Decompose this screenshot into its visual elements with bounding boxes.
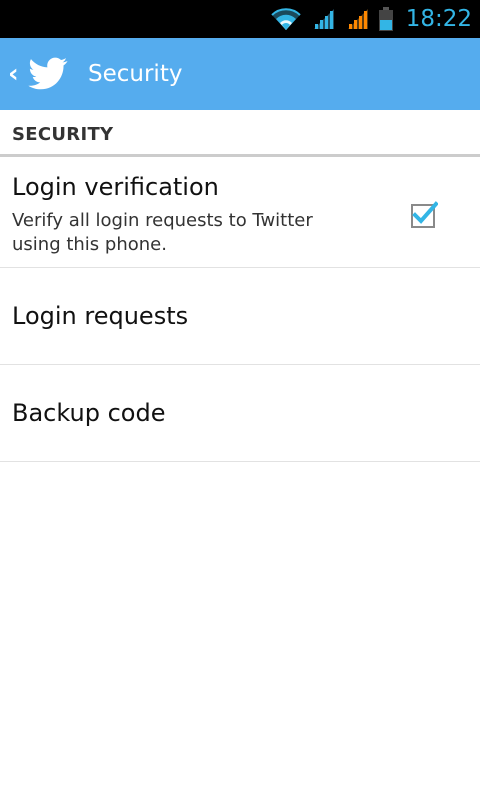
signal-roaming-icon: [347, 9, 368, 29]
clock: 18:22: [405, 6, 472, 32]
pref-backup-code[interactable]: Backup code: [0, 365, 480, 462]
pref-login-verification[interactable]: Login verification Verify all login requ…: [0, 157, 480, 268]
status-icons: 18:22: [270, 0, 472, 38]
twitter-bird-icon[interactable]: [28, 54, 70, 94]
pref-title: Backup code: [12, 399, 166, 427]
checkbox-checked-icon[interactable]: [410, 201, 438, 229]
chevron-left-icon[interactable]: ‹: [8, 38, 22, 110]
section-header-label: SECURITY: [12, 124, 114, 145]
pref-title: Login verification: [12, 173, 219, 201]
section-header: SECURITY: [0, 110, 480, 157]
battery-icon: [378, 7, 393, 31]
pref-title: Login requests: [12, 302, 189, 330]
action-bar: ‹ Security: [0, 38, 480, 110]
page-title: Security: [88, 61, 183, 87]
status-bar: 18:22: [0, 0, 480, 38]
pref-summary: Verify all login requests to Twitter usi…: [12, 210, 313, 255]
signal-icon: [313, 9, 334, 29]
pref-login-requests[interactable]: Login requests: [0, 268, 480, 365]
wifi-icon: [271, 8, 301, 31]
